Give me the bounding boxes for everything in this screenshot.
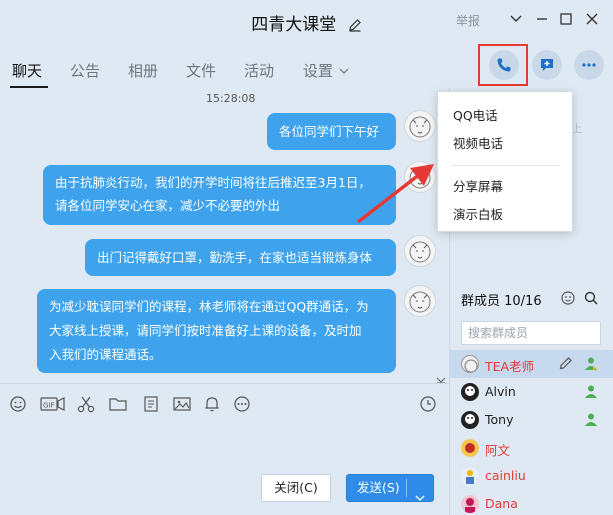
- edit-name-icon[interactable]: [348, 17, 362, 37]
- admin-badge-icon: [583, 383, 599, 399]
- screenshot-scissors-icon[interactable]: [76, 394, 96, 414]
- message-text: 大家线上授课，请同学们按时准备好上课的设备，及时加: [49, 323, 362, 338]
- chat-messages[interactable]: 15:28:08 各位同学们下午好 由于抗肺炎行动，我们的开学时间将往后推迟至3…: [0, 88, 449, 382]
- tiger-avatar-icon: [409, 116, 431, 138]
- member-avatar: [461, 411, 479, 429]
- tab-files[interactable]: 文件: [186, 60, 216, 81]
- member-row[interactable]: TEA老师: [449, 350, 613, 378]
- member-name: Tony: [485, 412, 514, 427]
- tiger-avatar-icon: [409, 291, 431, 313]
- member-settings-icon[interactable]: [560, 290, 576, 306]
- message-text: 为减少耽误同学们的课程，林老师将在通过QQ群通话，为: [49, 299, 369, 314]
- chevron-down-icon[interactable]: [415, 484, 425, 510]
- chat-plus-icon: [541, 59, 553, 71]
- message-text: 由于抗肺炎行动，我们的开学时间将往后推迟至3月1日，: [55, 175, 371, 190]
- menu-item-qq-call[interactable]: QQ电话: [453, 105, 498, 124]
- member-row[interactable]: 阿文: [449, 434, 613, 462]
- admin-badge-icon: [583, 411, 599, 427]
- message-bubble[interactable]: 为减少耽误同学们的课程，林老师将在通过QQ群通话，为 大家线上授课，请同学们按时…: [37, 289, 396, 373]
- member-row[interactable]: Alvin: [449, 378, 613, 406]
- member-avatar: [461, 439, 479, 457]
- send-split-divider: [406, 479, 407, 497]
- group-name: 四青大课堂: [251, 15, 337, 35]
- gif-icon[interactable]: GIF: [40, 394, 66, 414]
- member-avatar: [461, 355, 479, 373]
- call-options-menu: QQ电话 视频电话 分享屏幕 演示白板: [437, 91, 573, 232]
- chevron-down-icon: [339, 60, 349, 78]
- send-button-label: 发送(S): [357, 480, 400, 495]
- message-text: 入我们的课程通话。: [49, 347, 162, 362]
- message-text: 各位同学们下午好: [279, 124, 380, 139]
- svg-text:GIF: GIF: [43, 402, 55, 410]
- member-row[interactable]: Dana: [449, 490, 613, 515]
- member-search-input[interactable]: 搜索群成员: [461, 321, 601, 345]
- minimize-icon[interactable]: [533, 10, 551, 28]
- bell-icon[interactable]: [202, 394, 222, 414]
- sender-avatar[interactable]: [404, 110, 436, 142]
- tab-album[interactable]: 相册: [128, 60, 158, 81]
- message-timestamp: 15:28:08: [206, 92, 256, 105]
- group-app-button[interactable]: [532, 50, 562, 80]
- member-row[interactable]: cainliu: [449, 462, 613, 490]
- more-dots-icon: [582, 63, 596, 67]
- message-text: 请各位同学安心在家，减少不必要的外出: [55, 198, 281, 213]
- image-icon[interactable]: [172, 394, 192, 414]
- more-button[interactable]: [574, 50, 604, 80]
- member-name: TEA老师: [485, 359, 535, 374]
- tab-settings-label: 设置: [303, 62, 334, 80]
- members-title: 群成员 10/16: [461, 294, 542, 309]
- message-text: 出门记得戴好口罩，勤洗手，在家也适当锻炼身体: [97, 250, 373, 265]
- send-button[interactable]: 发送(S): [346, 474, 434, 502]
- menu-item-whiteboard[interactable]: 演示白板: [453, 204, 503, 223]
- maximize-icon[interactable]: [557, 10, 575, 28]
- tab-chat[interactable]: 聊天: [12, 60, 42, 81]
- composer-divider: [0, 383, 449, 384]
- composer-toolbar: GIF: [0, 390, 449, 418]
- message-bubble[interactable]: 各位同学们下午好: [267, 113, 396, 150]
- scroll-to-bottom-icon[interactable]: [436, 374, 446, 384]
- more-tools-icon[interactable]: [232, 394, 252, 414]
- tab-announcement[interactable]: 公告: [70, 60, 100, 81]
- member-avatar: [461, 383, 479, 401]
- tab-activity[interactable]: 活动: [244, 60, 274, 81]
- sender-avatar[interactable]: [404, 235, 436, 267]
- tiger-avatar-icon: [409, 241, 431, 263]
- report-link[interactable]: 举报: [456, 12, 480, 29]
- tab-settings[interactable]: 设置: [303, 60, 349, 81]
- member-name: cainliu: [485, 468, 526, 483]
- edit-icon[interactable]: [558, 355, 574, 371]
- owner-badge-icon: [583, 355, 599, 371]
- member-avatar: [461, 495, 479, 513]
- menu-separator: [452, 165, 560, 166]
- emoji-icon[interactable]: [8, 394, 28, 414]
- search-icon[interactable]: [583, 290, 599, 306]
- dropdown-menu-icon[interactable]: [507, 10, 525, 28]
- annotation-arrow-icon: [356, 164, 434, 224]
- close-icon[interactable]: [583, 10, 601, 28]
- call-button-highlight: [478, 44, 528, 86]
- title-bar: 四青大课堂 举报: [0, 0, 613, 40]
- member-name: 阿文: [485, 443, 511, 458]
- menu-item-share-screen[interactable]: 分享屏幕: [453, 176, 503, 195]
- message-bubble[interactable]: 出门记得戴好口罩，勤洗手，在家也适当锻炼身体: [85, 239, 396, 276]
- member-name: Alvin: [485, 384, 516, 399]
- qq-group-chat-window: 四青大课堂 举报 聊天 公告 相册 文件 活动 设置 15:28:08 各位同学…: [0, 0, 613, 515]
- menu-item-video-call[interactable]: 视频电话: [453, 133, 503, 152]
- message-bubble[interactable]: 由于抗肺炎行动，我们的开学时间将往后推迟至3月1日， 请各位同学安心在家，减少不…: [43, 165, 396, 225]
- member-avatar: [461, 467, 479, 485]
- folder-icon[interactable]: [108, 394, 128, 414]
- member-name: Dana: [485, 496, 518, 511]
- sender-avatar[interactable]: [404, 285, 436, 317]
- history-clock-icon[interactable]: [418, 394, 438, 414]
- document-icon[interactable]: [141, 394, 161, 414]
- close-button[interactable]: 关闭(C): [261, 474, 331, 502]
- member-row[interactable]: Tony: [449, 406, 613, 434]
